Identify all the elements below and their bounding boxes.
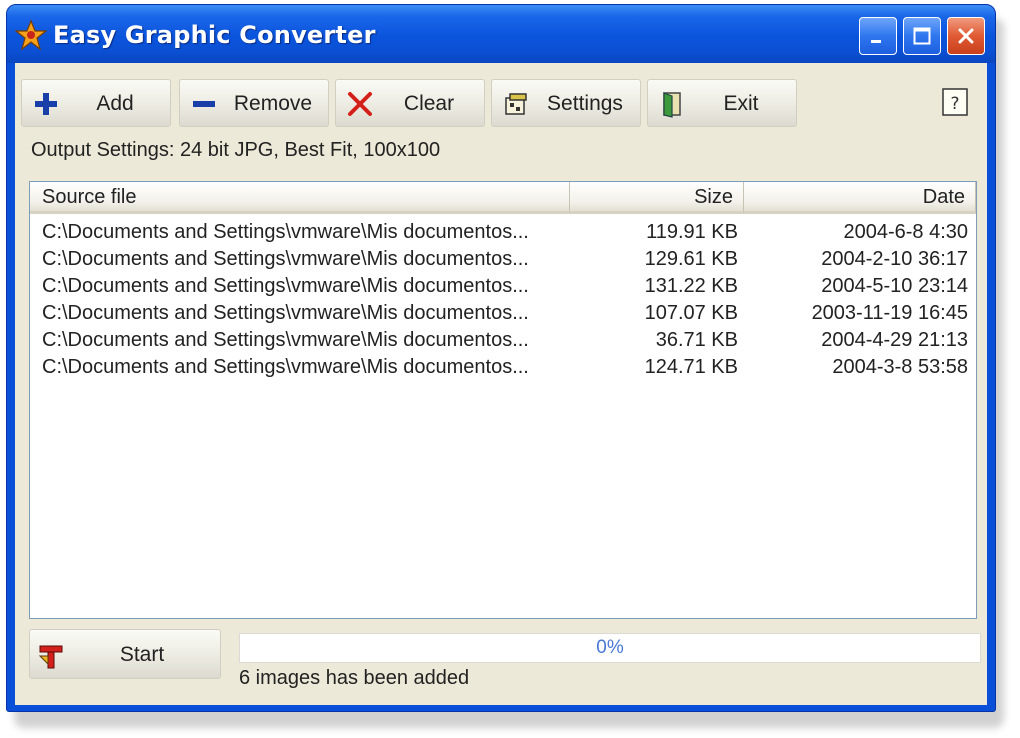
date-cell: 2004-5-10 23:14 [821,275,968,297]
size-cell: 119.91 KB [646,221,738,243]
close-button[interactable] [947,17,985,55]
exit-button[interactable]: Exit [647,79,797,127]
start-button-label: Start [119,643,165,666]
file-list[interactable]: Source file Size Date C:\Documents and S… [29,181,977,619]
clear-button[interactable]: Clear [335,79,485,127]
source-cell: C:\Documents and Settings\vmware\Mis doc… [42,356,529,378]
date-cell: 2003-11-19 16:45 [811,302,968,324]
output-settings-label: Output Settings: 24 bit JPG, Best Fit, 1… [31,139,441,161]
close-icon [958,28,974,44]
remove-button[interactable]: Remove [179,79,329,127]
help-icon[interactable]: ? [941,87,971,119]
maximize-button[interactable] [903,17,941,55]
source-cell: C:\Documents and Settings\vmware\Mis doc… [42,302,529,324]
minimize-button[interactable] [859,17,897,55]
exit-button-label: Exit [723,92,759,115]
start-button[interactable]: Start [29,629,221,679]
size-cell: 124.71 KB [644,356,738,378]
progress-bar: 0% [239,633,981,663]
date-cell: 2004-3-8 53:58 [832,356,968,378]
title-bar[interactable]: Easy Graphic Converter [7,5,995,63]
table-row[interactable]: C:\Documents and Settings\vmware\Mis doc… [30,247,976,274]
table-row[interactable]: C:\Documents and Settings\vmware\Mis doc… [30,355,976,382]
source-cell: C:\Documents and Settings\vmware\Mis doc… [42,275,529,297]
size-cell: 36.71 KB [655,329,738,351]
clear-button-label: Clear [403,92,455,115]
app-window: Easy Graphic Converter Add Remove Clear … [6,4,996,712]
svg-text:?: ? [950,94,959,114]
date-cell: 2004-4-29 21:13 [821,329,968,351]
column-header-size[interactable]: Size [570,182,744,214]
maximize-icon [913,27,931,45]
settings-icon [505,93,527,115]
table-row[interactable]: C:\Documents and Settings\vmware\Mis doc… [30,220,976,247]
door-icon [663,92,681,118]
start-icon [38,645,63,669]
app-logo-icon [15,19,47,51]
plus-icon [35,93,57,115]
minimize-icon [871,40,881,43]
add-button[interactable]: Add [21,79,171,127]
size-cell: 129.61 KB [644,248,738,270]
table-row[interactable]: C:\Documents and Settings\vmware\Mis doc… [30,274,976,301]
source-cell: C:\Documents and Settings\vmware\Mis doc… [42,248,529,270]
table-row[interactable]: C:\Documents and Settings\vmware\Mis doc… [30,301,976,328]
column-header-date[interactable]: Date [744,182,976,214]
source-cell: C:\Documents and Settings\vmware\Mis doc… [42,329,529,351]
remove-button-label: Remove [233,92,313,115]
status-text: 6 images has been added [239,667,470,689]
window-title: Easy Graphic Converter [53,21,376,49]
size-cell: 107.07 KB [644,302,738,324]
date-cell: 2004-6-8 4:30 [843,221,968,243]
add-button-label: Add [96,92,134,115]
x-icon [348,92,372,116]
settings-button-label: Settings [547,92,623,115]
file-list-header: Source file Size Date [30,182,976,214]
minus-icon [193,101,215,107]
client-area: Add Remove Clear Settings Exit ? Output … [15,63,987,705]
settings-button[interactable]: Settings [491,79,641,127]
progress-label: 0% [596,637,624,658]
date-cell: 2004-2-10 36:17 [821,248,968,270]
table-row[interactable]: C:\Documents and Settings\vmware\Mis doc… [30,328,976,355]
column-header-source[interactable]: Source file [30,182,570,214]
size-cell: 131.22 KB [644,275,738,297]
source-cell: C:\Documents and Settings\vmware\Mis doc… [42,221,529,243]
